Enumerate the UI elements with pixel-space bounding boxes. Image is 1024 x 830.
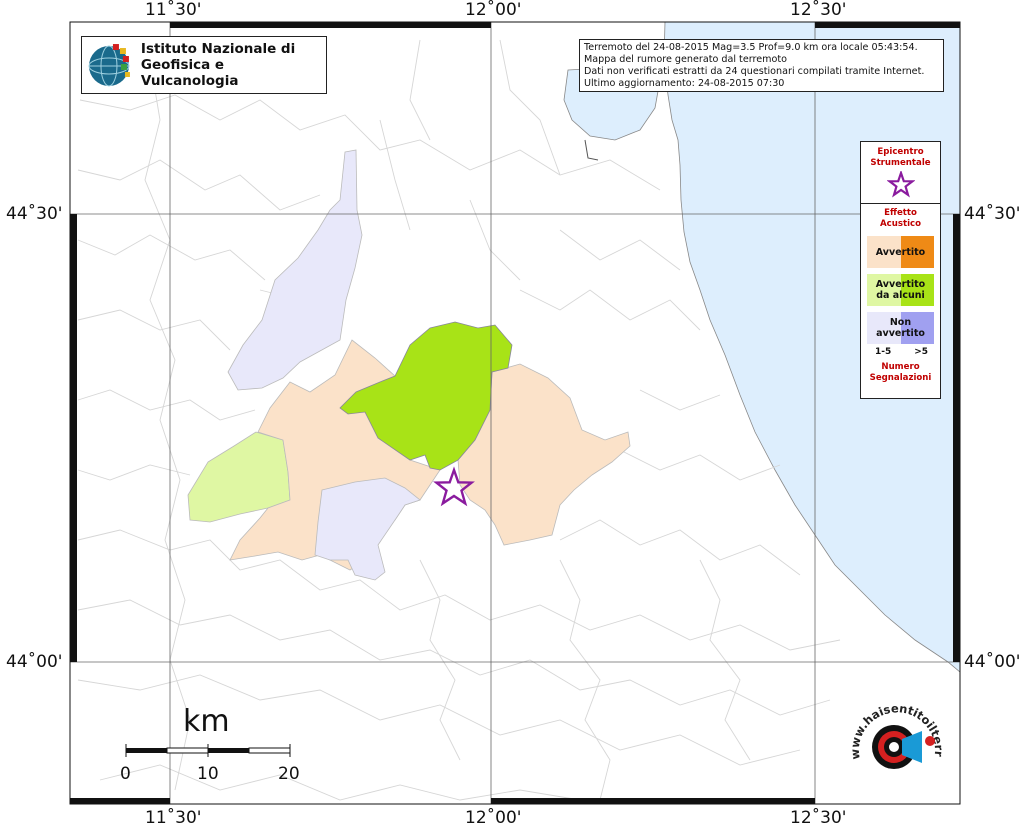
- scale-label-0: 0: [120, 764, 131, 784]
- lon-tick-top-1200: 12˚00': [465, 0, 522, 20]
- lat-tick-left-4430: 44˚30': [6, 204, 63, 224]
- lon-tick-bottom-1200: 12˚00': [465, 808, 522, 828]
- haisentito-watermark-logo: www.haisentitoilterremoto.it: [846, 695, 946, 769]
- event-info-line1: Terremoto del 24-08-2015 Mag=3.5 Prof=9.…: [584, 42, 918, 53]
- legend-effect-title: Effetto Acustico: [879, 208, 922, 229]
- event-info-line3: Dati non verificati estratti da 24 quest…: [584, 66, 925, 77]
- map-legend: Epicentro Strumentale Effetto Acustico A…: [860, 141, 941, 399]
- event-info-box: Terremoto del 24-08-2015 Mag=3.5 Prof=9.…: [579, 39, 944, 92]
- lon-tick-top-1230: 12˚30': [790, 0, 847, 20]
- legend-epicenter-title: Epicentro Strumentale: [870, 147, 931, 168]
- scale-label-20: 20: [278, 764, 300, 784]
- legend-count-high: >5: [914, 347, 928, 357]
- legend-swatch-felt-few: Avvertito da alcuni: [867, 274, 934, 306]
- logo-title-line1: Istituto Nazionale di: [140, 41, 296, 57]
- legend-label-felt-few: Avvertito da alcuni: [875, 279, 926, 301]
- legend-star-icon: [885, 169, 916, 198]
- ingv-globe-logo: [88, 44, 130, 87]
- event-info-line2: Mappa del rumore generato dal terremoto: [584, 54, 787, 65]
- lat-tick-right-4400: 44˚00': [964, 652, 1021, 672]
- lon-tick-bottom-1230: 12˚30': [790, 808, 847, 828]
- event-info-line4: Ultimo aggiornamento: 24-08-2015 07:30: [584, 78, 785, 89]
- lon-tick-top-1130: 11˚30': [145, 0, 202, 20]
- scale-label-10: 10: [197, 764, 219, 784]
- scale-unit-label: km: [183, 704, 230, 739]
- logo-title-line2: Geofisica e Vulcanologia: [140, 57, 239, 89]
- legend-count-low: 1-5: [875, 347, 892, 357]
- legend-count-title: Numero Segnalazioni: [869, 362, 932, 383]
- ingv-logo-box: Istituto Nazionale di Geofisica e Vulcan…: [81, 36, 327, 94]
- lat-tick-left-4400: 44˚00': [6, 652, 63, 672]
- legend-swatch-not-felt: Non avvertito: [867, 312, 934, 344]
- legend-swatch-felt: Avvertito: [867, 236, 934, 268]
- legend-label-not-felt: Non avvertito: [876, 317, 925, 339]
- lat-tick-right-4430: 44˚30': [964, 204, 1021, 224]
- legend-label-felt: Avvertito: [875, 246, 926, 258]
- lon-tick-bottom-1130: 11˚30': [145, 808, 202, 828]
